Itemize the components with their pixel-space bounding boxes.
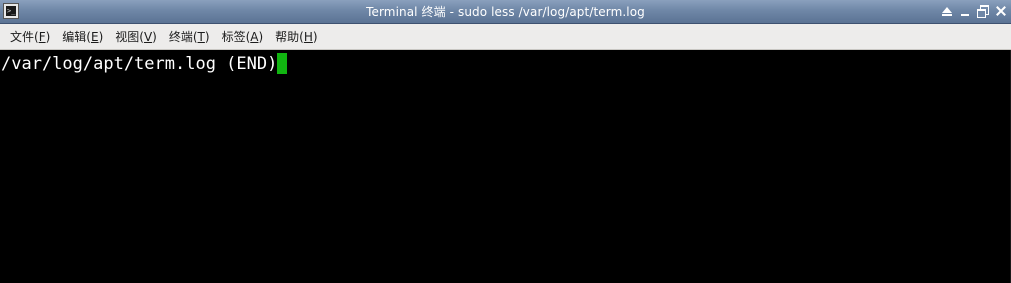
menu-file-label: 文件( [10,29,39,44]
terminal-cursor [277,53,288,74]
menu-tabs[interactable]: 标签(A) [216,26,270,48]
terminal-window: >_ Terminal 终端 - sudo less /var/log/apt/… [0,0,1011,283]
menu-view-label: 视图( [115,29,144,44]
menu-terminal[interactable]: 终端(T) [163,26,216,48]
menu-help-mnemonic: H [303,29,313,44]
menu-bar: 文件(F) 编辑(E) 视图(V) 终端(T) 标签(A) 帮助(H) [0,24,1011,50]
close-icon[interactable] [993,3,1009,19]
less-status-line: /var/log/apt/term.log (END) [1,54,278,74]
menu-tabs-close: ) [258,29,264,44]
minimize-icon[interactable] [957,3,973,19]
menu-tabs-label: 标签( [221,29,251,44]
menu-edit-mnemonic: E [90,29,99,44]
menu-file-mnemonic: F [38,29,46,44]
menu-file-close: ) [45,29,51,44]
maximize-icon[interactable] [975,3,991,19]
title-bar[interactable]: >_ Terminal 终端 - sudo less /var/log/apt/… [0,0,1011,24]
menu-view-mnemonic: V [143,29,153,44]
menu-edit[interactable]: 编辑(E) [56,26,109,48]
menu-help[interactable]: 帮助(H) [269,26,323,48]
shade-icon[interactable] [939,3,955,19]
menu-view-close: ) [152,29,157,44]
terminal-output[interactable]: /var/log/apt/term.log (END) [0,50,1011,283]
menu-terminal-close: ) [204,29,210,44]
menu-help-close: ) [312,29,318,44]
window-title: Terminal 终端 - sudo less /var/log/apt/ter… [366,5,645,19]
menu-edit-close: ) [98,29,104,44]
menu-terminal-mnemonic: T [197,29,205,44]
menu-terminal-label: 终端( [168,29,198,44]
menu-file[interactable]: 文件(F) [4,26,56,48]
window-controls [939,3,1009,21]
menu-help-label: 帮助( [275,29,304,44]
menu-view[interactable]: 视图(V) [109,26,163,48]
menu-edit-label: 编辑( [62,29,91,44]
